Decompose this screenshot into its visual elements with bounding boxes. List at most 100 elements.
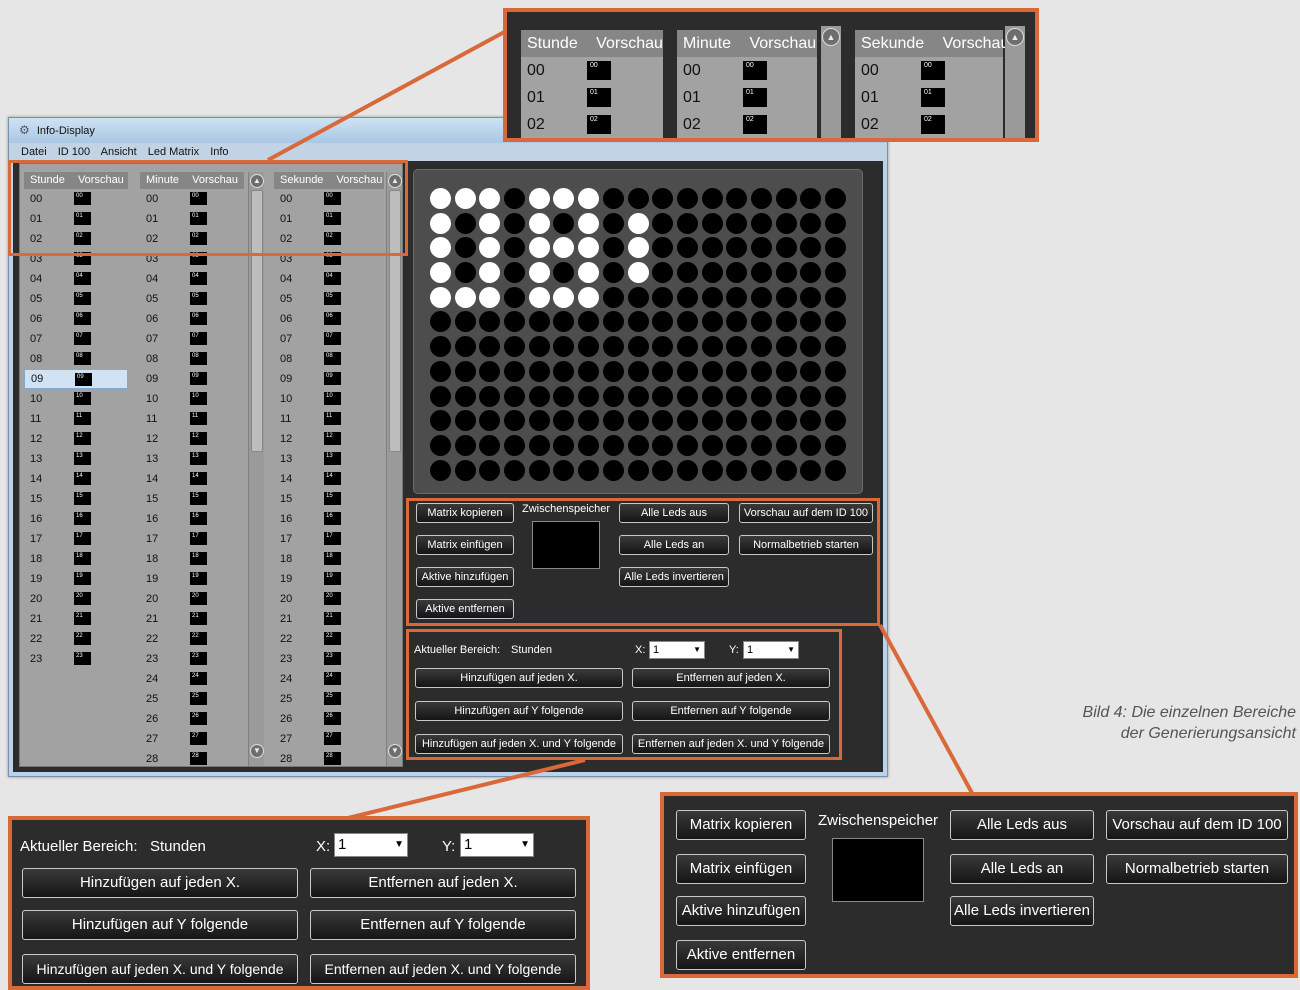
list-item[interactable]: 05 05 xyxy=(24,289,128,309)
led[interactable] xyxy=(553,286,575,308)
led[interactable] xyxy=(479,459,501,481)
led[interactable] xyxy=(430,410,451,432)
led[interactable] xyxy=(726,434,748,456)
led[interactable] xyxy=(652,311,674,333)
list-item[interactable]: 17 17 xyxy=(140,529,244,549)
list-item[interactable]: 09 09 xyxy=(140,369,244,389)
list-item[interactable]: 22 22 xyxy=(140,629,244,649)
led[interactable] xyxy=(726,311,748,333)
led[interactable] xyxy=(578,459,600,481)
led[interactable] xyxy=(454,434,476,456)
led[interactable] xyxy=(553,188,575,209)
list-item[interactable]: 14 14 xyxy=(140,469,244,489)
menu-led-matrix[interactable]: Led Matrix xyxy=(148,146,199,158)
led[interactable] xyxy=(750,336,772,358)
list-item[interactable]: 23 23 xyxy=(140,649,244,669)
led[interactable] xyxy=(454,237,476,259)
menu-id100[interactable]: ID 100 xyxy=(58,146,90,158)
led[interactable] xyxy=(430,286,451,308)
led[interactable] xyxy=(652,237,674,259)
led[interactable] xyxy=(430,188,451,209)
led[interactable] xyxy=(479,410,501,432)
led[interactable] xyxy=(528,434,550,456)
led[interactable] xyxy=(528,311,550,333)
led[interactable] xyxy=(750,237,772,259)
led[interactable] xyxy=(479,212,501,234)
led[interactable] xyxy=(750,434,772,456)
led[interactable] xyxy=(528,385,550,407)
led[interactable] xyxy=(578,434,600,456)
led[interactable] xyxy=(479,262,501,284)
list-item[interactable]: 15 15 xyxy=(24,489,128,509)
list-item[interactable]: 22 22 xyxy=(274,629,384,649)
minute-list[interactable]: Minute Vorschau 00 00 01 01 02 02 03 03 04 04 05 05… xyxy=(140,172,244,766)
led[interactable] xyxy=(652,262,674,284)
list-item[interactable]: 27 27 xyxy=(140,729,244,749)
led[interactable] xyxy=(800,410,822,432)
led[interactable] xyxy=(750,410,772,432)
led[interactable] xyxy=(430,212,451,234)
led[interactable] xyxy=(454,459,476,481)
led[interactable] xyxy=(528,410,550,432)
led[interactable] xyxy=(504,385,526,407)
list-item[interactable]: 09 09 xyxy=(274,369,384,389)
led[interactable] xyxy=(504,434,526,456)
led[interactable] xyxy=(479,237,501,259)
led[interactable] xyxy=(726,410,748,432)
list-item[interactable]: 22 22 xyxy=(24,629,128,649)
led[interactable] xyxy=(454,212,476,234)
led[interactable] xyxy=(479,385,501,407)
led[interactable] xyxy=(775,385,797,407)
led[interactable] xyxy=(825,237,846,259)
led[interactable] xyxy=(602,286,624,308)
led[interactable] xyxy=(652,459,674,481)
led[interactable] xyxy=(750,459,772,481)
led[interactable] xyxy=(627,336,649,358)
led[interactable] xyxy=(504,262,526,284)
led[interactable] xyxy=(578,212,600,234)
led[interactable] xyxy=(775,459,797,481)
led[interactable] xyxy=(676,311,698,333)
list-item[interactable]: 10 10 xyxy=(274,389,384,409)
list-item[interactable]: 18 18 xyxy=(140,549,244,569)
led[interactable] xyxy=(775,237,797,259)
led[interactable] xyxy=(701,311,723,333)
list-item[interactable]: 07 07 xyxy=(24,329,128,349)
list-item[interactable]: 24 24 xyxy=(140,669,244,689)
list-item[interactable]: 16 16 xyxy=(24,509,128,529)
list-item[interactable]: 11 11 xyxy=(140,409,244,429)
led[interactable] xyxy=(825,311,846,333)
led[interactable] xyxy=(676,410,698,432)
led[interactable] xyxy=(775,262,797,284)
list-item[interactable]: 04 04 xyxy=(24,269,128,289)
led[interactable] xyxy=(430,385,451,407)
led[interactable] xyxy=(652,385,674,407)
led[interactable] xyxy=(602,434,624,456)
list-item[interactable]: 21 21 xyxy=(274,609,384,629)
led[interactable] xyxy=(652,434,674,456)
led[interactable] xyxy=(825,385,846,407)
led[interactable] xyxy=(701,410,723,432)
led[interactable] xyxy=(528,262,550,284)
list-item[interactable]: 14 14 xyxy=(24,469,128,489)
led[interactable] xyxy=(578,262,600,284)
list-item[interactable]: 25 25 xyxy=(274,689,384,709)
list-item[interactable]: 28 28 xyxy=(140,749,244,766)
list-item[interactable]: 07 07 xyxy=(274,329,384,349)
led[interactable] xyxy=(775,336,797,358)
led[interactable] xyxy=(528,286,550,308)
scroll-down-icon[interactable]: ▼ xyxy=(250,744,264,758)
led[interactable] xyxy=(775,410,797,432)
minute-scrollbar[interactable]: ▲ ▼ xyxy=(248,172,264,766)
list-item[interactable]: 10 10 xyxy=(24,389,128,409)
list-item[interactable]: 26 26 xyxy=(274,709,384,729)
led[interactable] xyxy=(750,385,772,407)
list-item[interactable]: 23 23 xyxy=(274,649,384,669)
led[interactable] xyxy=(825,336,846,358)
list-item[interactable]: 06 06 xyxy=(274,309,384,329)
led[interactable] xyxy=(726,459,748,481)
list-item[interactable]: 18 18 xyxy=(24,549,128,569)
led[interactable] xyxy=(528,336,550,358)
led[interactable] xyxy=(454,188,476,209)
led[interactable] xyxy=(627,188,649,209)
